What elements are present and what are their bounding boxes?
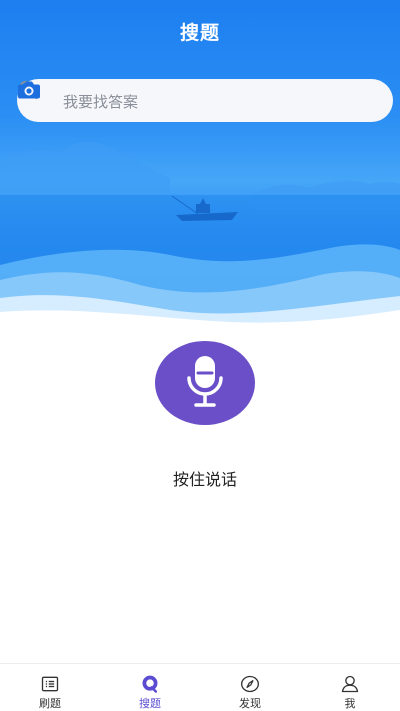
tab-me[interactable]: 我 [300,664,400,711]
tab-label: 搜题 [139,697,161,710]
user-icon [341,675,359,693]
search-tab-icon [142,675,158,693]
camera-icon[interactable] [17,79,41,100]
tab-practice[interactable]: 刷题 [0,664,100,711]
search-input[interactable] [61,79,345,124]
voice-record-button[interactable] [155,341,255,425]
tab-discover[interactable]: 发现 [200,664,300,711]
tab-search[interactable]: 搜题 [100,664,200,711]
tab-label: 刷题 [39,697,61,710]
microphone-icon [187,356,223,407]
tab-label: 我 [344,697,356,710]
compass-icon [241,675,259,693]
search-bar[interactable] [17,79,393,124]
hero-banner: 搜题 [0,0,400,330]
bottom-tab-bar: 刷题 搜题 发现 我 [0,663,400,711]
landscape-illustration [0,141,400,330]
voice-hint: 按住说话 [172,470,237,489]
list-icon [41,676,59,692]
tab-label: 发现 [239,697,261,710]
page-title: 搜题 [179,22,220,44]
